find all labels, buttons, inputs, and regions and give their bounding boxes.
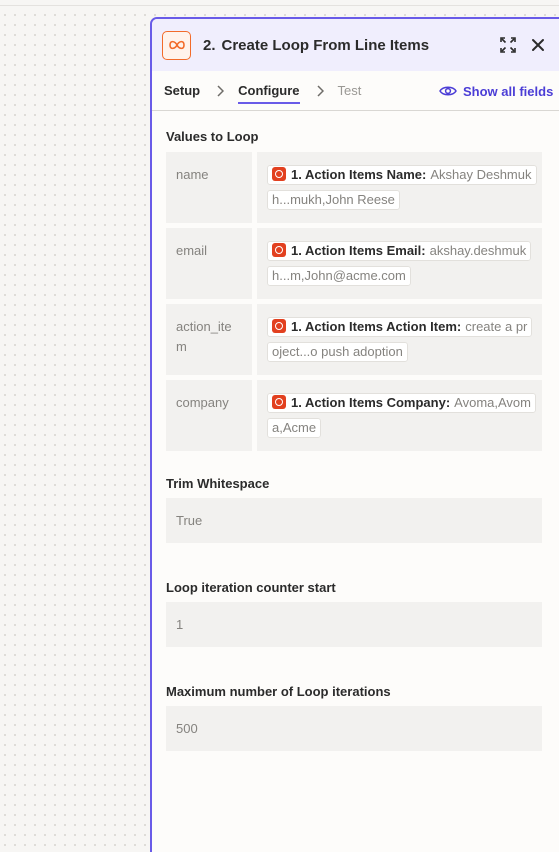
chevron-right-icon (316, 84, 324, 97)
trim-whitespace-label: Trim Whitespace (166, 476, 270, 491)
step-editor-panel: 2. Create Loop From Line Items Setup Con… (150, 17, 559, 852)
max-iterations-label: Maximum number of Loop iterations (166, 684, 391, 699)
mapped-field-pill[interactable]: 1. Action Items Action Item: create a pro… (267, 317, 533, 362)
max-iterations-field: Maximum number of Loop iterations 500 (166, 684, 559, 751)
loop-key-field[interactable]: action_item (166, 304, 252, 375)
loop-counter-start-label: Loop iteration counter start (166, 580, 336, 595)
close-icon[interactable] (529, 36, 547, 54)
pill-source: 1. Action Items Name: (291, 167, 427, 182)
loop-row-email: email 1. Action Items Email: akshay.deshm… (166, 228, 542, 299)
pill-source: 1. Action Items Company: (291, 395, 451, 410)
canvas-top-bar (0, 0, 559, 6)
loop-counter-start-field: Loop iteration counter start 1 (166, 580, 559, 647)
show-all-fields-button[interactable]: Show all fields (439, 71, 553, 111)
loop-key-field[interactable]: company (166, 380, 252, 451)
loop-row-name: name 1. Action Items Name: Akshay Deshmuk… (166, 152, 542, 223)
values-to-loop-label: Values to Loop (166, 129, 259, 144)
trim-whitespace-select[interactable]: True (166, 498, 542, 543)
tab-test[interactable]: Test (338, 71, 362, 111)
pill-source: 1. Action Items Email: (291, 243, 426, 258)
tab-configure[interactable]: Configure (238, 71, 300, 111)
step-tabs: Setup Configure Test Show all fields (152, 71, 559, 111)
loop-key-field[interactable]: email (166, 228, 252, 299)
action-items-app-icon (272, 167, 286, 181)
expand-icon[interactable] (499, 36, 517, 54)
step-header: 2. Create Loop From Line Items (152, 19, 559, 71)
loop-key-field[interactable]: name (166, 152, 252, 223)
eye-icon (439, 86, 457, 96)
show-all-fields-label: Show all fields (463, 83, 554, 99)
pill-source: 1. Action Items Action Item: (291, 319, 462, 334)
chevron-right-icon (217, 84, 225, 97)
mapped-field-pill[interactable]: 1. Action Items Company: Avoma,Avoma,Acme (267, 393, 536, 438)
trim-whitespace-field: Trim Whitespace True (166, 476, 559, 543)
loop-row-action-item: action_item 1. Action Items Action Item:… (166, 304, 542, 375)
step-title[interactable]: Create Loop From Line Items (222, 37, 430, 54)
tab-setup[interactable]: Setup (164, 71, 200, 111)
loop-value-field[interactable]: 1. Action Items Name: Akshay Deshmukh...m… (257, 152, 542, 223)
action-items-app-icon (272, 319, 286, 333)
step-number: 2. (203, 36, 216, 54)
mapped-field-pill[interactable]: 1. Action Items Name: Akshay Deshmukh...m… (267, 165, 537, 210)
values-to-loop-table: name 1. Action Items Name: Akshay Deshmuk… (166, 152, 542, 451)
mapped-field-pill[interactable]: 1. Action Items Email: akshay.deshmukh...… (267, 241, 532, 286)
action-items-app-icon (272, 395, 286, 409)
loop-value-field[interactable]: 1. Action Items Email: akshay.deshmukh...… (257, 228, 542, 299)
loop-value-field[interactable]: 1. Action Items Action Item: create a pro… (257, 304, 542, 375)
loop-value-field[interactable]: 1. Action Items Company: Avoma,Avoma,Acme (257, 380, 542, 451)
action-items-app-icon (272, 243, 286, 257)
configure-form: Values to Loop name 1. Action Items Name… (152, 111, 559, 751)
loop-counter-start-input[interactable]: 1 (166, 602, 542, 647)
loop-icon (162, 30, 191, 60)
loop-row-company: company 1. Action Items Company: Avoma,Av… (166, 380, 542, 451)
max-iterations-input[interactable]: 500 (166, 706, 542, 751)
